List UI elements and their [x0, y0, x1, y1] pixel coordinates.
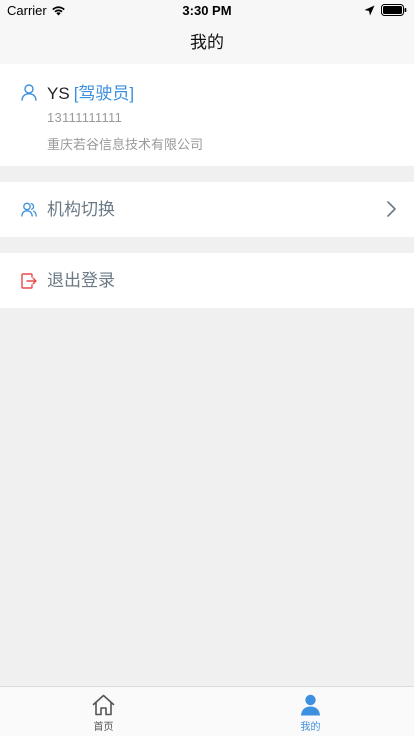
- tab-mine[interactable]: 我的: [207, 687, 414, 736]
- home-icon: [92, 694, 115, 721]
- battery-icon: [381, 4, 407, 16]
- logout-label: 退出登录: [47, 271, 115, 290]
- user-role: [驾驶员]: [73, 84, 135, 103]
- switch-org-label: 机构切换: [47, 200, 115, 219]
- tab-home[interactable]: 首页: [0, 687, 207, 736]
- profile-card: YS [驾驶员] 13111111111 重庆若谷信息技术有限公司: [0, 64, 414, 166]
- logout-icon: [21, 273, 37, 294]
- user-line: YS [驾驶员]: [47, 83, 134, 105]
- tab-mine-label: 我的: [300, 722, 321, 733]
- switch-org-row[interactable]: 机构切换: [0, 182, 414, 237]
- chevron-right-icon: [387, 201, 396, 222]
- tab-home-label: 首页: [93, 722, 114, 733]
- tab-bar: 首页 我的: [0, 686, 414, 736]
- user-name: YS: [47, 84, 70, 103]
- user-icon: [21, 84, 37, 106]
- users-icon: [21, 202, 37, 222]
- logout-row[interactable]: 退出登录: [0, 253, 414, 308]
- status-right: [358, 4, 407, 16]
- user-phone: 13111111111: [47, 110, 123, 125]
- status-bar: Carrier 3:30 PM: [0, 0, 414, 22]
- page-title: 我的: [190, 33, 224, 52]
- status-time: 3:30 PM: [182, 3, 232, 18]
- person-icon: [299, 694, 322, 721]
- location-arrow-icon: [364, 5, 375, 15]
- user-company: 重庆若谷信息技术有限公司: [47, 137, 204, 152]
- nav-bar: 我的: [0, 22, 414, 64]
